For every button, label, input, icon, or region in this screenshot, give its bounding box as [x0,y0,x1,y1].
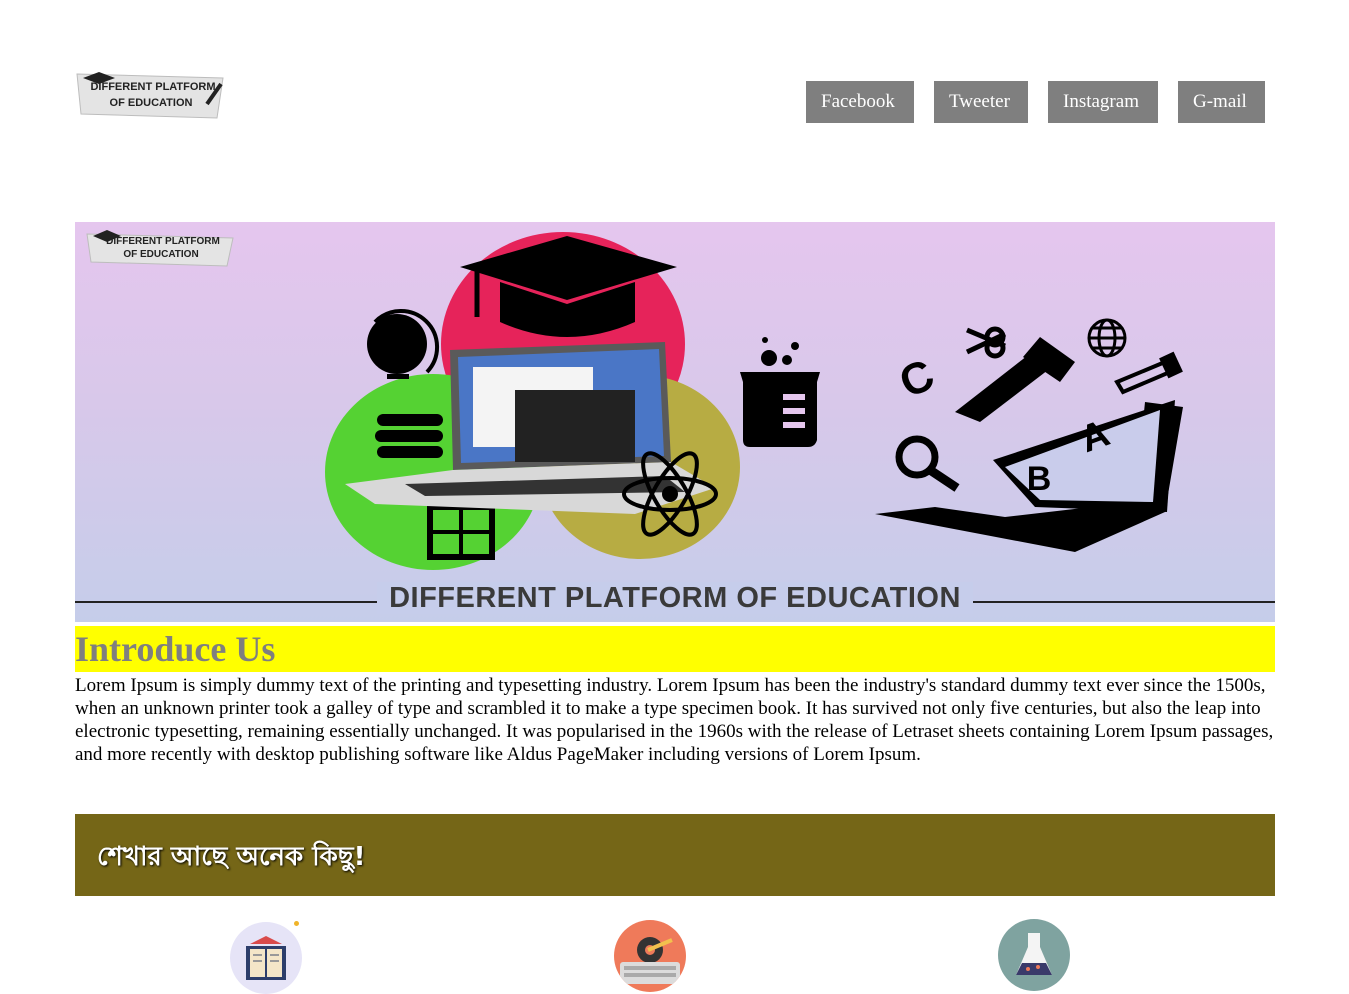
logo-graphic: DIFFERENT PLATFORM OF EDUCATION [76,72,224,119]
banner-title-text: DIFFERENT PLATFORM OF EDUCATION [377,582,973,614]
learn-section-band: শেখার আছে অনেক কিছু! [75,814,1275,896]
intro-title: Introduce Us [75,629,276,669]
social-nav: Facebook Tweeter Instagram G-mail [806,81,1265,123]
books-icon [375,414,443,458]
dropper-icon [1114,351,1183,395]
learn-heading: শেখার আছে অনেক কিছু! [97,842,366,872]
banner-logo-line1: DIFFERENT PLATFORM [106,236,220,247]
intro-paragraph: Lorem Ipsum is simply dummy text of the … [75,675,1274,765]
letter-c: C [892,350,942,408]
instagram-button[interactable]: Instagram [1048,81,1158,123]
keyboard-gear-icon[interactable] [614,920,686,992]
logo-text-line2: OF EDUCATION [110,97,193,109]
globe-icon [367,308,440,379]
tweeter-button[interactable]: Tweeter [934,81,1028,123]
banner-title: DIFFERENT PLATFORM OF EDUCATION [75,582,1275,615]
calculator-icon [427,504,495,560]
beaker-icon [740,337,820,447]
microscope-laptop-icon: A B C [875,337,1183,552]
facebook-button[interactable]: Facebook [806,81,914,123]
sparkle-dot [294,921,299,926]
gmail-button[interactable]: G-mail [1178,81,1265,123]
magnifier-icon [895,435,960,492]
book-icon[interactable] [230,922,302,994]
scissors-icon [965,326,1007,359]
banner-logo: DIFFERENT PLATFORM OF EDUCATION [86,230,234,267]
banner-logo-line2: OF EDUCATION [123,249,198,260]
logo-text-line1: DIFFERENT PLATFORM [90,81,215,93]
site-logo[interactable]: DIFFERENT PLATFORM OF EDUCATION [75,68,225,120]
banner-illustration: DIFFERENT PLATFORM OF EDUCATION A B C [75,230,1275,603]
letter-b: B [1027,460,1052,498]
world-icon [1087,318,1127,358]
flask-icon[interactable] [998,919,1070,991]
hero-banner: DIFFERENT PLATFORM OF EDUCATION A B C DI… [75,222,1275,622]
